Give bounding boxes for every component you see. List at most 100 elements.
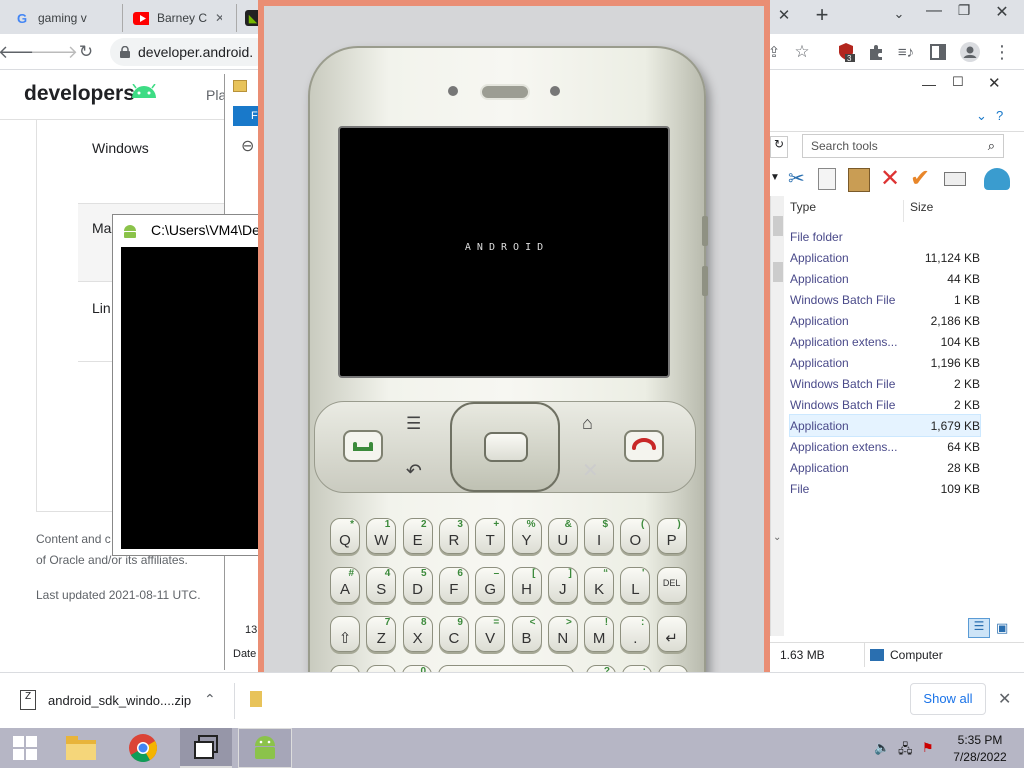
key-C[interactable]: C9 [438, 616, 469, 652]
key-J[interactable]: J] [547, 567, 578, 603]
extensions-puzzle-icon[interactable] [864, 40, 888, 64]
back-arrow-icon[interactable]: ⊖ [241, 136, 254, 156]
search-box[interactable]: Search tools ⌕ [802, 134, 1004, 158]
refresh-button[interactable]: ↻ [770, 136, 788, 158]
file-row[interactable]: Application extens... 64 KB [790, 436, 980, 457]
key-K[interactable]: K “ [584, 567, 615, 603]
chrome-taskbar-button[interactable] [120, 728, 166, 768]
tab-gaming[interactable]: G gaming v [14, 4, 114, 32]
file-explorer-taskbar-button[interactable] [58, 728, 104, 768]
call-button[interactable] [343, 430, 383, 462]
cmd-taskbar-button[interactable] [180, 728, 232, 768]
volume-muted-icon[interactable]: 🔈 [874, 740, 890, 756]
key-DEL[interactable]: DEL [656, 567, 687, 603]
tab-search-icon[interactable]: ⌄ [888, 6, 910, 22]
shell-icon[interactable] [984, 168, 1010, 190]
developers-logo[interactable]: developers [24, 82, 135, 106]
reload-button[interactable]: ↻ [74, 40, 98, 64]
key-H[interactable]: H[ [511, 567, 542, 603]
file-row[interactable]: Application 11,124 KB [790, 247, 980, 268]
maximize-button[interactable]: ☐ [952, 74, 964, 90]
minimize-button[interactable]: — [920, 2, 948, 28]
extension-shield-icon[interactable]: 3 [834, 40, 858, 64]
column-header-type[interactable]: Type [790, 200, 904, 222]
key-S[interactable]: S4 [366, 567, 397, 603]
clock-date[interactable]: 7/28/2022 [950, 750, 1010, 764]
checkmark-icon[interactable]: ✔ [910, 164, 930, 193]
file-row[interactable]: Windows Batch File 2 KB [790, 394, 980, 415]
scroll-thumb[interactable] [773, 216, 783, 236]
phone-screen[interactable]: A N D R O I D [338, 126, 670, 378]
file-row[interactable]: File folder [790, 226, 980, 247]
close-icon[interactable]: ✕ [215, 11, 222, 25]
file-row[interactable]: Application 2,186 KB [790, 310, 980, 331]
key-P[interactable]: P) [656, 518, 687, 554]
file-row[interactable]: Application extens... 104 KB [790, 331, 980, 352]
back-icon[interactable]: ↶ [406, 460, 422, 483]
restore-button[interactable]: ❐ [952, 2, 976, 28]
paste-icon[interactable] [848, 168, 870, 192]
file-row[interactable]: Application 44 KB [790, 268, 980, 289]
close-tab-icon[interactable]: ✕ [772, 6, 796, 28]
key-M[interactable]: M! [584, 616, 615, 652]
key-X[interactable]: X8 [402, 616, 433, 652]
start-button[interactable] [0, 728, 50, 768]
clock-time[interactable]: 5:35 PM [950, 733, 1010, 747]
volume-up-button[interactable] [702, 216, 708, 246]
bookmark-star-icon[interactable]: ☆ [790, 40, 814, 64]
new-tab-button[interactable]: + [808, 2, 836, 30]
thumbnail-view-icon[interactable]: ▣ [996, 620, 1008, 636]
help-icon[interactable]: ? [996, 108, 1003, 123]
file-row[interactable]: Windows Batch File 2 KB [790, 373, 980, 394]
media-queue-icon[interactable]: ≡♪ [894, 40, 918, 64]
close-download-bar-icon[interactable]: ✕ [998, 689, 1011, 709]
action-center-icon[interactable]: ⚑ [922, 740, 934, 756]
window-close-button[interactable]: ✕ [990, 2, 1014, 28]
cut-icon[interactable]: ✂ [788, 166, 805, 191]
dpad[interactable] [450, 402, 560, 492]
file-row[interactable]: Application 1,679 KB [789, 414, 981, 437]
key-O[interactable]: O( [620, 518, 651, 554]
volume-down-button[interactable] [702, 266, 708, 296]
chevron-down-icon[interactable]: ⌄ [976, 108, 987, 124]
key-U[interactable]: U & [547, 518, 578, 554]
column-header-size[interactable]: Size [910, 200, 984, 222]
scroll-thumb[interactable] [773, 262, 783, 282]
tab-barney[interactable]: Barney C ✕ [122, 4, 222, 32]
scroll-down-icon[interactable]: ⌄ [773, 532, 781, 543]
key-Q[interactable]: Q * [330, 518, 360, 554]
android-taskbar-button[interactable] [238, 728, 292, 768]
home-icon[interactable]: ⌂ [582, 413, 593, 434]
dpad-center-button[interactable] [484, 432, 528, 462]
show-all-button[interactable]: Show all [910, 683, 986, 715]
tab-nvidia[interactable]: ◣ [236, 4, 260, 32]
forward-button[interactable]: 🡒 [30, 40, 78, 64]
download-filename[interactable]: android_sdk_windo....zip [48, 693, 191, 708]
key-V[interactable]: V = [475, 616, 506, 652]
file-row[interactable]: File 109 KB [790, 478, 980, 499]
key-.[interactable]: .: [620, 616, 651, 652]
close-button[interactable]: ✕ [988, 74, 1001, 92]
key-W[interactable]: W1 [366, 518, 397, 554]
menu-icon[interactable]: ☰ [406, 414, 421, 434]
dropdown-arrow-icon[interactable]: ▼ [770, 172, 780, 183]
key-B[interactable]: B < [511, 616, 542, 652]
menu-kebab-icon[interactable]: ⋮ [990, 40, 1014, 64]
key-D[interactable]: D5 [402, 567, 433, 603]
scrollbar[interactable]: ⌄ [770, 196, 784, 636]
key-Y[interactable]: Y% [511, 518, 542, 554]
copy-icon[interactable] [818, 168, 836, 190]
details-view-icon[interactable]: ☰ [968, 618, 990, 638]
key-T[interactable]: T + [475, 518, 506, 554]
key-L[interactable]: L ' [620, 567, 651, 603]
key-↵[interactable]: ↵ [656, 616, 687, 652]
network-icon[interactable]: 🖧 [898, 740, 913, 762]
profile-avatar[interactable] [958, 40, 982, 64]
side-panel-icon[interactable] [926, 40, 950, 64]
key-F[interactable]: F6 [438, 567, 469, 603]
key-A[interactable]: A # [330, 567, 360, 603]
key-⇧[interactable]: ⇧ [330, 616, 360, 652]
file-row[interactable]: Windows Batch File 1 KB [790, 289, 980, 310]
chevron-up-icon[interactable]: ⌃ [204, 691, 216, 708]
key-E[interactable]: E2 [402, 518, 433, 554]
